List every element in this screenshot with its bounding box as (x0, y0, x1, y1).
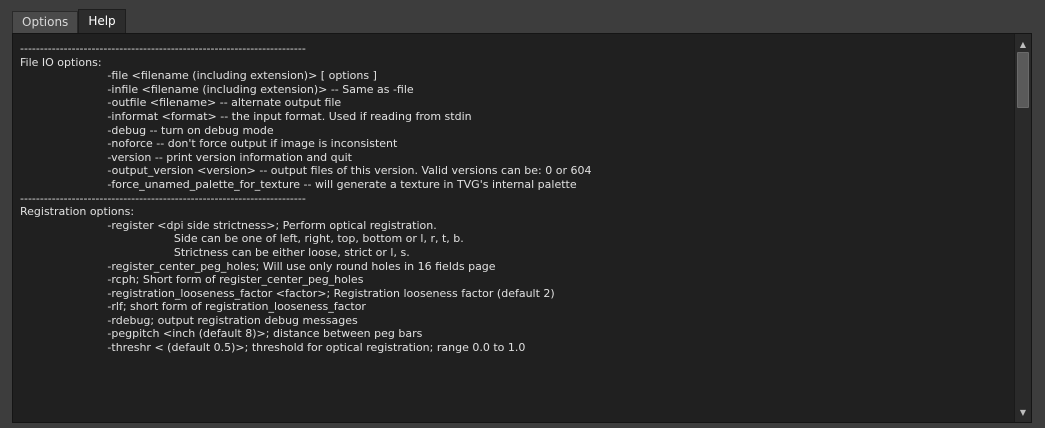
help-text-line: -informat <format> -- the input format. … (20, 109, 472, 123)
help-text-line: -infile <filename (including extension)>… (20, 82, 414, 96)
help-window: Options Help ---------------------------… (0, 0, 1045, 428)
tab-options[interactable]: Options (12, 11, 79, 33)
help-text-line: -register_center_peg_holes; Will use onl… (20, 259, 496, 273)
tab-help[interactable]: Help (78, 9, 126, 33)
help-text-line: -version -- print version information an… (20, 150, 352, 164)
help-text-line: -threshr < (default 0.5)>; threshold for… (20, 341, 526, 355)
scroll-down-arrow-icon[interactable]: ▼ (1015, 404, 1031, 420)
help-text-line: -output_version <version> -- output file… (20, 164, 592, 178)
help-text-line: -rlf; short form of registration_loosene… (20, 300, 366, 314)
help-text-line: Side can be one of left, right, top, bot… (20, 232, 464, 246)
help-text-line: -noforce -- don't force output if image … (20, 137, 398, 151)
help-text-line: -outfile <filename> -- alternate output … (20, 96, 342, 110)
scroll-up-arrow-icon[interactable]: ▲ (1015, 36, 1031, 52)
help-text-line: -pegpitch <inch (default 8)>; distance b… (20, 327, 423, 341)
help-text-line: -register <dpi side strictness>; Perform… (20, 218, 437, 232)
help-text-line: -file <filename (including extension)> [… (20, 69, 377, 83)
scrollbar-thumb[interactable] (1017, 52, 1029, 108)
vertical-scrollbar[interactable]: ▲ ▼ (1014, 34, 1031, 422)
help-text-line: -rcph; Short form of register_center_peg… (20, 273, 364, 287)
tab-bar: Options Help (12, 9, 126, 33)
help-text-line: -debug -- turn on debug mode (20, 123, 274, 137)
help-text-area[interactable]: ----------------------------------------… (13, 34, 1015, 422)
help-text-line: File IO options: (20, 55, 102, 69)
help-content-panel: ----------------------------------------… (12, 33, 1032, 423)
help-text-line: Strictness can be either loose, strict o… (20, 245, 410, 259)
help-text-line: Registration options: (20, 205, 135, 219)
help-text-line: ----------------------------------------… (20, 42, 306, 55)
help-text-line: ----------------------------------------… (20, 191, 306, 205)
help-text-line: -rdebug; output registration debug messa… (20, 313, 358, 327)
help-text-line: -force_unamed_palette_for_texture -- wil… (20, 177, 577, 191)
help-text-line: -registration_looseness_factor <factor>;… (20, 286, 555, 300)
